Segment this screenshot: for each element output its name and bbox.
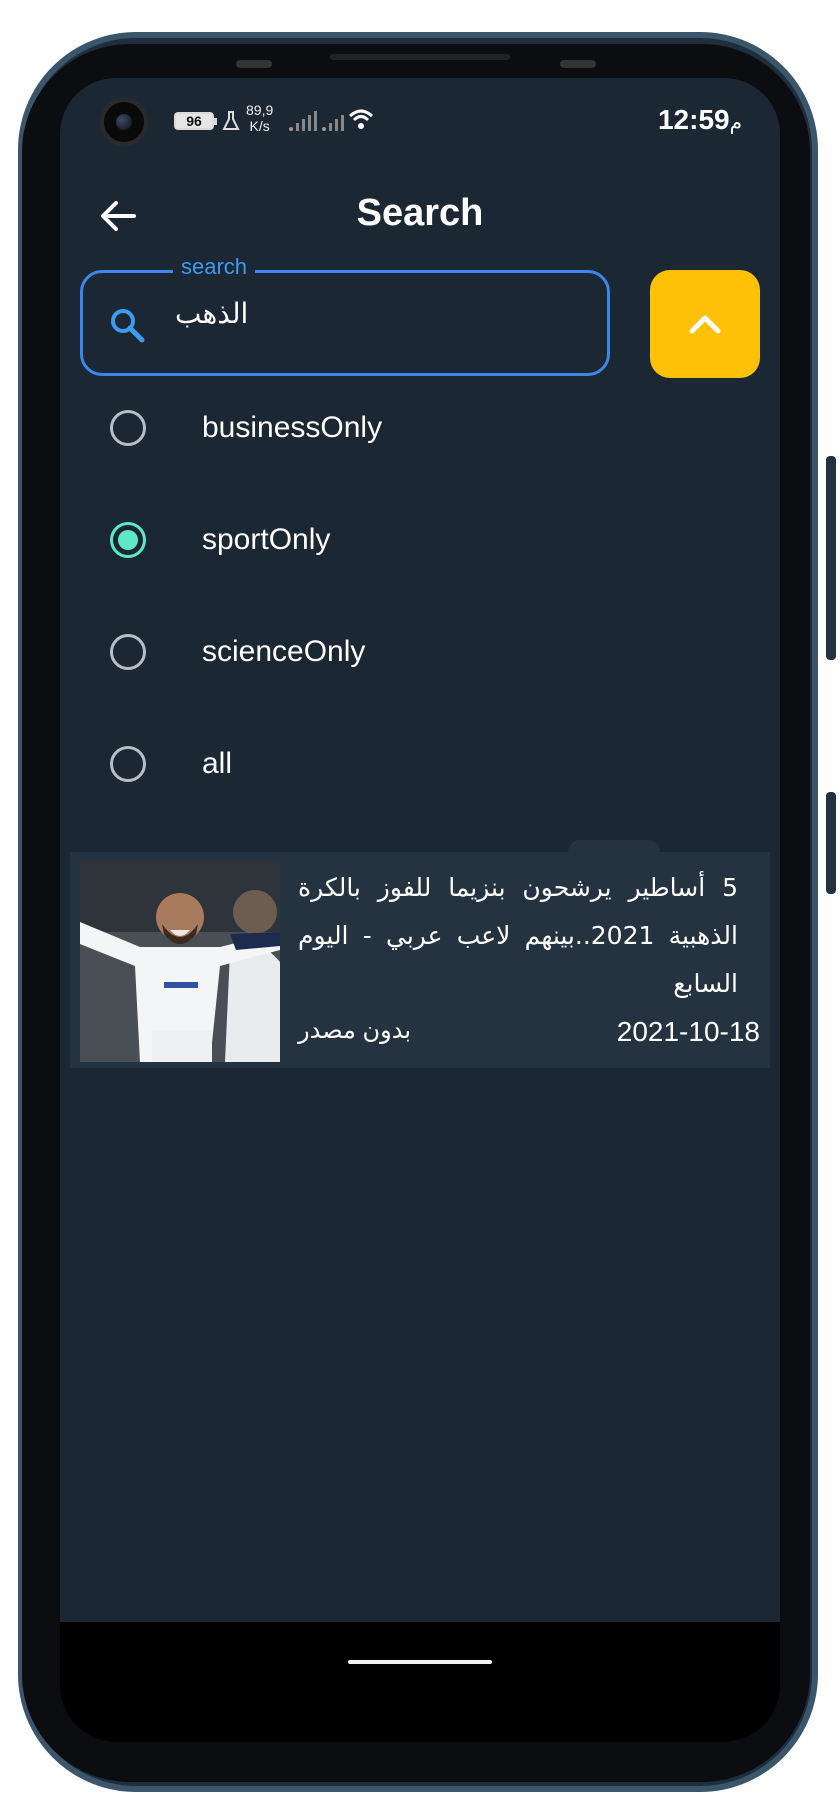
radio-label: all xyxy=(202,747,233,780)
front-camera xyxy=(100,98,148,146)
network-speed-value: 89,9 xyxy=(246,102,274,118)
radio-business-only[interactable]: businessOnly xyxy=(110,388,710,468)
speaker-grille xyxy=(330,54,510,60)
volume-button xyxy=(826,456,836,660)
network-speed-unit: K/s xyxy=(249,118,270,134)
clock-ampm: م xyxy=(729,112,742,134)
radio-label: businessOnly xyxy=(202,411,383,444)
search-value: الذهب xyxy=(175,298,249,329)
battery-icon: 96 xyxy=(174,112,217,130)
signal-wifi-icon xyxy=(289,109,374,131)
home-gesture-handle[interactable] xyxy=(348,1660,492,1664)
radio-all[interactable]: all xyxy=(110,724,710,804)
navigation-bar xyxy=(60,1622,780,1742)
chevron-up-icon xyxy=(689,315,721,334)
radio-label: sportOnly xyxy=(202,523,331,556)
radio-circle-checked xyxy=(110,522,146,558)
radio-circle-unchecked xyxy=(110,410,146,446)
search-icon xyxy=(111,309,145,343)
radio-science-only[interactable]: scienceOnly xyxy=(110,612,710,692)
page-title: Search xyxy=(356,192,484,234)
power-button xyxy=(826,792,836,894)
news-thumbnail xyxy=(80,862,280,1062)
clock: م12:59 xyxy=(658,104,748,136)
news-date: 2021-10-18 xyxy=(616,1016,760,1047)
collapse-filters-button[interactable] xyxy=(650,270,760,378)
sensor-left xyxy=(236,60,272,68)
sensor-right xyxy=(560,60,596,68)
news-title: 5 أساطير يرشحون بنزيما للفوز بالكرة الذه… xyxy=(298,873,738,998)
news-source: بدون مصدر xyxy=(298,1017,412,1044)
news-card[interactable]: 5 أساطير يرشحون بنزيما للفوز بالكرة الذه… xyxy=(70,852,770,1068)
radio-label: scienceOnly xyxy=(202,635,366,668)
status-bar: 96 89,9 K/s م12:59 xyxy=(60,78,780,148)
radio-sport-only[interactable]: sportOnly xyxy=(110,500,710,580)
clock-time: 12:59 xyxy=(657,104,730,135)
screen: 96 89,9 K/s م12:59 Search search الذهب b… xyxy=(60,78,780,1742)
network-speed: 89,9 K/s xyxy=(246,102,273,134)
search-label: search xyxy=(173,255,256,279)
search-input[interactable]: search الذهب xyxy=(80,255,610,376)
radio-circle-unchecked xyxy=(110,634,146,670)
flask-icon xyxy=(222,111,240,130)
radio-circle-unchecked xyxy=(110,746,146,782)
